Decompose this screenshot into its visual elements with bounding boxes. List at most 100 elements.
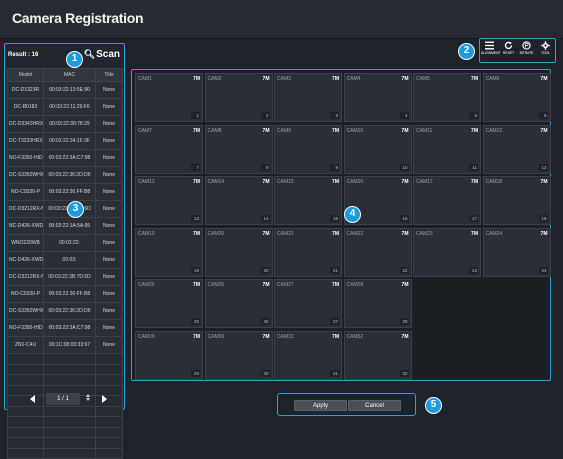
cell-title: None	[95, 183, 123, 201]
camera-name: CAM18	[485, 179, 503, 185]
camera-cell[interactable]: CAM4 7M 4	[343, 73, 412, 122]
camera-name: CAM19	[138, 230, 155, 237]
cell-mac: 00:03:22:3B:7D:5D	[43, 268, 96, 286]
tool-button[interactable]: TOOL	[537, 40, 554, 62]
cell-mac: 00:03:22:36:FF:B8	[43, 285, 96, 303]
camera-channel-number: 25	[191, 318, 200, 325]
camera-cell[interactable]: CAM14 7M 14	[204, 176, 273, 225]
camera-cell[interactable]: CAM25 7M 25	[135, 279, 203, 328]
table-row[interactable]: NO-F3350-HIDP 00:03:22:3A:C7:98 None	[7, 319, 123, 337]
camera-channel-number: 27	[330, 318, 339, 325]
camera-cell[interactable]: CAM23 7M 23	[413, 227, 481, 277]
table-row[interactable]: DC-D3212RX-N00:03:22:3B:7D:6DNone	[7, 200, 123, 218]
camera-channel-number: 32	[399, 369, 409, 377]
table-row[interactable]: DC-T3233HRXL 00:03:22:34:1F:3F None	[7, 132, 123, 150]
camera-cell[interactable]: CAM6 7M 6	[482, 73, 551, 122]
table-row[interactable]: NC-D426-XWD 00:03:22:1A:5A:95 None	[7, 217, 123, 235]
column-header-title[interactable]: Title	[95, 68, 123, 82]
cell-title: None	[95, 234, 123, 252]
camera-cell[interactable]: CAM2 7M 2	[204, 73, 273, 122]
camera-cell[interactable]: CAM26 7M 26	[204, 279, 273, 328]
camera-cell[interactable]: CAM27 7M 27	[274, 279, 342, 328]
camera-cell[interactable]: CAM21 7M 21	[274, 227, 342, 277]
camera-resolution: 7M	[401, 282, 409, 288]
empty-cell	[95, 363, 123, 375]
camera-name: CAM24	[485, 230, 503, 237]
camera-cell[interactable]: CAM1 7M 1	[135, 73, 203, 122]
cell-model: DC-D1323R	[7, 81, 44, 99]
camera-cell[interactable]: CAM29 7M 29	[135, 330, 203, 380]
camera-cell[interactable]: CAM5 7M 5	[413, 73, 481, 122]
table-row[interactable]: DC-D3343HRX 00:03:22:30:78:29 None	[7, 115, 123, 133]
scan-button[interactable]: 🔍︎Scan	[84, 49, 120, 60]
camera-cell[interactable]: CAM15 7M 15	[274, 176, 342, 225]
table-row[interactable]: NO-C9330-P 00:03:22:36:FF:B8 None	[7, 285, 123, 303]
camera-name: CAM1	[138, 76, 152, 82]
cell-title: None	[95, 98, 123, 116]
camera-channel-number: 13	[191, 215, 200, 222]
table-row[interactable]: DC-D3212RX-N 00:03:22:3B:7D:5D None	[7, 268, 123, 286]
camera-cell[interactable]: CAM30 7M 30	[204, 330, 273, 380]
camera-channel-number: 9	[330, 163, 339, 171]
camera-channel-number: 12	[538, 163, 548, 171]
camera-channel-number: 8	[260, 163, 270, 171]
camera-cell[interactable]: CAM24 7M 24	[482, 227, 551, 277]
camera-cell[interactable]: CAM8 7M 8	[204, 124, 273, 174]
next-page-icon[interactable]	[102, 395, 107, 403]
camera-cell[interactable]: CAM18 7M 18	[482, 176, 551, 225]
table-row[interactable]: DC-S3350WHX 00:03:22:36:2D:D6 None	[7, 302, 123, 320]
spinner-up-icon[interactable]	[86, 394, 90, 397]
empty-cell	[43, 437, 96, 449]
camera-cell[interactable]: CAM9 7M 9	[274, 124, 342, 174]
column-header-mac[interactable]: MAC	[43, 68, 96, 82]
cell-title: None	[95, 268, 123, 286]
cell-mac: 00:1C:08:03:33:97	[43, 336, 96, 354]
camera-channel-number: 16	[399, 215, 409, 222]
camera-cell[interactable]: CAM22 7M 22	[343, 227, 412, 277]
camera-cell[interactable]: CAM3 7M 3	[274, 73, 342, 122]
apply-button[interactable]: Apply	[294, 400, 347, 411]
cell-title: None	[95, 319, 123, 337]
camera-cell[interactable]: CAM19 7M 19	[135, 227, 203, 277]
bitrate-icon	[522, 41, 531, 50]
camera-cell[interactable]: CAM13 7M 13	[135, 176, 203, 225]
camera-cell[interactable]: CAM17 7M 17	[413, 176, 481, 225]
camera-resolution: 7M	[471, 76, 478, 82]
camera-cell[interactable]: CAM32 7M 32	[343, 330, 412, 380]
column-header-model[interactable]: Model	[7, 68, 44, 82]
empty-cell	[7, 363, 44, 375]
page-spinner[interactable]	[85, 393, 91, 405]
cancel-button[interactable]: Cancel	[348, 400, 401, 411]
prev-page-icon[interactable]	[30, 395, 35, 403]
cell-title: None	[95, 302, 123, 320]
camera-resolution: 7M	[401, 76, 409, 82]
camera-resolution: 7M	[262, 179, 270, 185]
camera-cell[interactable]: CAM11 7M 11	[413, 124, 481, 174]
camera-cell[interactable]: CAM12 7M 12	[482, 124, 551, 174]
table-row[interactable]: DC-B0183 00:03:22:11:29:F6 None	[7, 98, 123, 116]
camera-cell[interactable]: CAM20 7M 20	[204, 227, 273, 277]
camera-channel-number: 11	[469, 163, 478, 171]
table-row[interactable]: DC-D1323R 00:03:22:13:5E:90 None	[7, 81, 123, 99]
scan-header: Result : 16 🔍︎Scan	[5, 44, 123, 67]
camera-cell[interactable]: CAM7 7M 7	[135, 124, 203, 174]
table-row[interactable]: NO-F3350-HIDP 00:03:22:3A:C7:98 None	[7, 149, 123, 167]
camera-cell[interactable]: CAM10 7M 10	[343, 124, 412, 174]
camera-cell[interactable]: CAM28 7M 28	[343, 279, 412, 328]
empty-cell	[95, 405, 123, 417]
camera-resolution: 7M	[193, 282, 200, 288]
bitrate-button[interactable]: BITRATE	[518, 40, 535, 62]
table-row[interactable]: WNO220WB 00:03:22: None	[7, 234, 123, 252]
table-row[interactable]: NC-D426-XWD 00:03: None	[7, 251, 123, 269]
cell-mac: 00:03:	[43, 251, 96, 269]
table-row[interactable]: NO-C9330-P 00:03:22:36:FF:B8 None	[7, 183, 123, 201]
table-row[interactable]: DC-S3350WHX 00:03:22:36:2D:D6 None	[7, 166, 123, 184]
camera-channel-number: 1	[191, 112, 200, 119]
camera-channel-number: 28	[399, 318, 409, 325]
table-row[interactable]: ZN1-C4U 00:1C:08:03:33:97 None	[7, 336, 123, 354]
alignment-button[interactable]: ALIGNMENT	[481, 40, 501, 62]
camera-cell[interactable]: CAM31 7M 31	[274, 330, 342, 380]
spinner-down-icon[interactable]	[86, 398, 90, 401]
reset-button[interactable]: RESET	[500, 40, 517, 62]
cell-model: DC-S3350WHX	[7, 166, 44, 184]
